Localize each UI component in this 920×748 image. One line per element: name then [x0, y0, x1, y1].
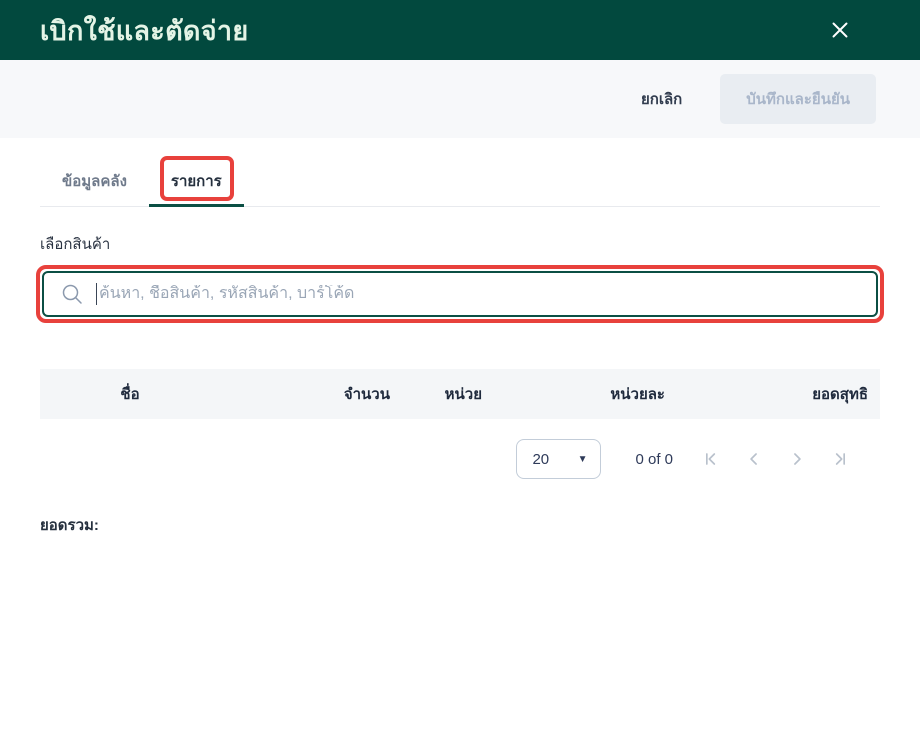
column-header-price-per-unit: หน่วยละ: [610, 386, 665, 403]
first-page-icon: [701, 449, 721, 469]
search-icon: [60, 282, 84, 306]
column-header-name: ชื่อ: [120, 386, 140, 403]
tab-items-label: รายการ: [170, 173, 222, 190]
withdraw-dispense-modal: เบิกใช้และตัดจ่าย ยกเลิก บันทึกและยืนยัน…: [0, 0, 920, 748]
select-product-label: เลือกสินค้า: [40, 236, 111, 253]
chevron-down-icon: ▼: [577, 453, 588, 465]
text-caret: [96, 283, 97, 305]
tab-bar: ข้อมูลคลัง รายการ: [40, 155, 880, 207]
product-search-box[interactable]: [42, 271, 878, 317]
pagination-bar: 20 ▼ 0 of 0: [40, 439, 880, 479]
next-page-icon: [787, 449, 807, 469]
page-size-select[interactable]: 20 ▼: [516, 439, 602, 479]
action-toolbar: ยกเลิก บันทึกและยืนยัน: [0, 60, 920, 138]
modal-title: เบิกใช้และตัดจ่าย: [40, 15, 249, 46]
page-size-value: 20: [532, 450, 550, 468]
save-confirm-button[interactable]: บันทึกและยืนยัน: [720, 74, 876, 124]
column-header-quantity: จำนวน: [343, 386, 390, 403]
pagination-nav: [699, 447, 852, 471]
next-page-button[interactable]: [785, 447, 809, 471]
first-page-button[interactable]: [699, 447, 723, 471]
last-page-icon: [830, 449, 850, 469]
close-button[interactable]: [826, 16, 854, 44]
tab-warehouse-info[interactable]: ข้อมูลคลัง: [40, 155, 149, 206]
last-page-button[interactable]: [828, 447, 852, 471]
product-search-input[interactable]: [99, 285, 862, 303]
modal-header: เบิกใช้และตัดจ่าย: [0, 0, 920, 60]
previous-page-icon: [744, 449, 764, 469]
close-icon: [827, 17, 853, 43]
cancel-button[interactable]: ยกเลิก: [641, 87, 682, 111]
annotation-highlight-search: [36, 265, 884, 323]
column-header-unit: หน่วย: [444, 386, 482, 403]
column-header-net-total: ยอดสุทธิ: [812, 386, 868, 403]
pagination-range-label: 0 of 0: [635, 450, 673, 468]
tab-items[interactable]: รายการ: [148, 155, 244, 207]
previous-page-button[interactable]: [742, 447, 766, 471]
grand-total-label: ยอดรวม:: [40, 517, 99, 534]
items-table-header: ชื่อ จำนวน หน่วย หน่วยละ ยอดสุทธิ: [40, 369, 880, 419]
